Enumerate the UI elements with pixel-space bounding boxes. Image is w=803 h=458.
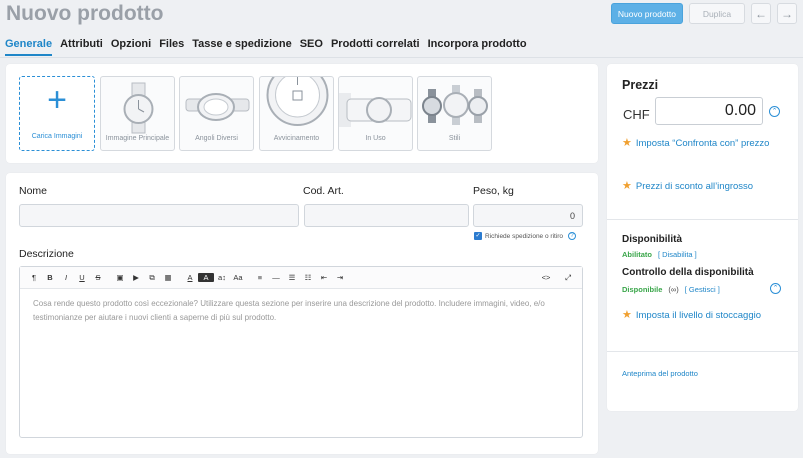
align-icon[interactable]: ≡: [252, 273, 268, 282]
embed-icon[interactable]: ⧉: [144, 273, 160, 283]
currency-label: CHF: [623, 107, 650, 122]
underline-icon[interactable]: U: [74, 273, 90, 282]
chevron-up-icon[interactable]: ⌃: [769, 106, 780, 117]
stock-level-label: Imposta il livello di stoccaggio: [635, 310, 762, 321]
italic-icon[interactable]: I: [58, 273, 74, 282]
weight-field[interactable]: 0: [473, 204, 583, 227]
shipping-checkbox[interactable]: ✓: [474, 232, 482, 240]
compare-price-label: Imposta “Confronta con” prezzo: [635, 138, 770, 149]
thumb-label: In Uso: [365, 135, 386, 142]
video-icon[interactable]: ▶: [128, 273, 144, 282]
tab-attributi[interactable]: Attributi: [60, 38, 103, 56]
tab-files[interactable]: Files: [159, 38, 184, 56]
product-preview-link[interactable]: Anteprima del prodotto: [622, 369, 698, 378]
description-label: Descrizione: [19, 248, 74, 260]
shipping-label: Richiede spedizione o ritiro: [485, 232, 564, 240]
strikethrough-icon[interactable]: S: [90, 273, 106, 282]
stock-status: Disponibile: [622, 285, 663, 294]
horizontal-rule-icon[interactable]: —: [268, 273, 284, 282]
sidebar-card: Prezzi CHF 0.00 ⌃ ★ Imposta “Confronta c…: [607, 64, 798, 411]
thumb-styles[interactable]: Stili: [417, 76, 492, 151]
weight-label: Peso, kg: [473, 185, 514, 197]
outdent-icon[interactable]: ⇤: [316, 273, 332, 282]
bulk-discount-label: Prezzi di sconto all’ingrosso: [635, 181, 754, 192]
thumb-label: Immagine Principale: [105, 135, 170, 142]
star-icon: ★: [622, 309, 632, 321]
duplicate-button[interactable]: Duplica: [689, 3, 745, 24]
tab-seo[interactable]: SEO: [300, 38, 323, 56]
star-icon: ★: [622, 180, 632, 192]
new-product-button[interactable]: Nuovo prodotto: [610, 3, 683, 24]
font-size-icon[interactable]: a↕: [214, 273, 230, 282]
upload-images-label: Carica Immagini: [31, 133, 83, 140]
code-view-icon[interactable]: <>: [538, 273, 554, 283]
thumb-main-image[interactable]: Immagine Principale: [100, 76, 175, 151]
help-icon[interactable]: ?: [568, 232, 577, 240]
bulk-discount-link[interactable]: ★ Prezzi di sconto all’ingrosso: [622, 180, 753, 193]
tab-generale[interactable]: Generale: [5, 38, 53, 56]
product-form-card: Nome Cod. Art. Peso, kg 0 ✓ Richiede spe…: [6, 173, 598, 454]
text-color-icon[interactable]: A: [182, 273, 198, 282]
tab-bar: Generale Attributi Opzioni Files Tasse e…: [5, 38, 535, 56]
top-actions: Nuovo prodotto Duplica ← →: [610, 3, 797, 24]
arrow-right-icon[interactable]: →: [777, 3, 797, 24]
shipping-checkbox-row: ✓ Richiede spedizione o ritiro ?: [474, 232, 577, 240]
availability-status: Abilitato: [622, 250, 652, 259]
availability-row: Abilitato [ Disabilita ]: [622, 250, 697, 259]
compare-price-link[interactable]: ★ Imposta “Confronta con” prezzo: [622, 137, 772, 150]
table-icon[interactable]: ▦: [160, 273, 176, 282]
star-icon: ★: [622, 137, 632, 149]
images-card: + Carica Immagini Immagine Principale An…: [6, 64, 598, 163]
stock-quantity: (∞): [668, 285, 679, 294]
description-placeholder: Cosa rende questo prodotto così eccezion…: [33, 299, 545, 322]
stock-level-link[interactable]: ★ Imposta il livello di stoccaggio: [622, 309, 762, 322]
availability-title: Disponibilità: [622, 234, 682, 245]
upload-images-button[interactable]: + Carica Immagini: [19, 76, 95, 151]
tab-incorpora-prodotto[interactable]: Incorpora prodotto: [428, 38, 527, 56]
bold-icon[interactable]: B: [42, 273, 58, 282]
name-field[interactable]: [19, 204, 299, 227]
numbered-list-icon[interactable]: ☷: [300, 273, 316, 282]
indent-icon[interactable]: ⇥: [332, 273, 348, 282]
manage-link[interactable]: [ Gestisci ]: [685, 285, 720, 294]
thumb-label: Avvicinamento: [273, 135, 320, 142]
sidebar-divider: [607, 351, 798, 352]
tab-opzioni[interactable]: Opzioni: [111, 38, 151, 56]
plus-icon: +: [47, 81, 67, 119]
description-editor[interactable]: ¶ B I U S ▣ ▶ ⧉ ▦ A A a↕ Aa ≡ — ☰ ☷ ⇤ ⇥ …: [19, 266, 583, 438]
thumb-close-up[interactable]: Avvicinamento: [259, 76, 334, 151]
paragraph-icon[interactable]: ¶: [26, 273, 42, 282]
chevron-up-icon[interactable]: ⌃: [770, 283, 781, 294]
toolbar-right: <> ⤢: [538, 273, 576, 283]
thumb-different-angles[interactable]: Angoli Diversi: [179, 76, 254, 151]
tabs-divider: [0, 57, 803, 58]
page-title: Nuovo prodotto: [6, 2, 164, 25]
stock-control-title: Controllo della disponibilità: [622, 267, 754, 278]
background-color-icon[interactable]: A: [198, 273, 214, 282]
bullet-list-icon[interactable]: ☰: [284, 273, 300, 282]
sku-field[interactable]: [304, 204, 469, 227]
stock-row: Disponibile (∞) [ Gestisci ]: [622, 285, 720, 294]
name-label: Nome: [19, 185, 48, 197]
tab-prodotti-correlati[interactable]: Prodotti correlati: [331, 38, 420, 56]
image-icon[interactable]: ▣: [112, 273, 128, 282]
price-field[interactable]: 0.00: [655, 97, 763, 125]
sku-label: Cod. Art.: [303, 185, 344, 197]
thumb-label: Angoli Diversi: [195, 135, 238, 142]
sidebar-divider: [607, 219, 798, 220]
thumb-label: Stili: [448, 135, 461, 142]
fullscreen-icon[interactable]: ⤢: [560, 273, 576, 283]
editor-toolbar: ¶ B I U S ▣ ▶ ⧉ ▦ A A a↕ Aa ≡ — ☰ ☷ ⇤ ⇥ …: [20, 267, 582, 289]
arrow-left-icon[interactable]: ←: [751, 3, 771, 24]
disable-link[interactable]: [ Disabilita ]: [658, 250, 697, 259]
prices-title: Prezzi: [622, 78, 659, 92]
font-case-icon[interactable]: Aa: [230, 273, 246, 282]
thumb-in-use[interactable]: In Uso: [338, 76, 413, 151]
tab-tasse-spedizione[interactable]: Tasse e spedizione: [192, 38, 291, 56]
